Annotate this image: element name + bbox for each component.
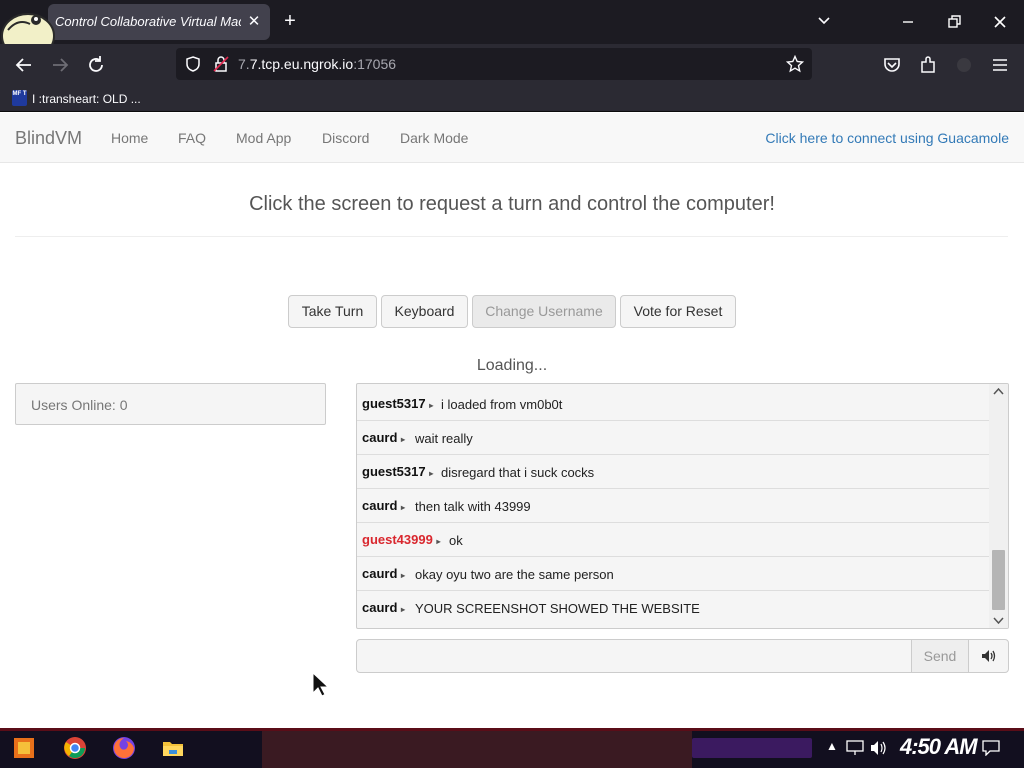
chat-username: caurd ▸ [362,430,406,445]
taskbar-wallpaper [262,731,692,768]
shield-icon[interactable] [184,55,202,73]
keyboard-button[interactable]: Keyboard [381,295,468,328]
nav-discord[interactable]: Discord [322,130,369,146]
vote-reset-button[interactable]: Vote for Reset [620,295,736,328]
site-brand[interactable]: BlindVM [15,128,82,149]
scroll-down-icon[interactable] [993,616,1004,625]
nav-dark-mode[interactable]: Dark Mode [400,130,468,146]
chat-text: i loaded from vm0b0t [441,397,563,412]
send-button[interactable]: Send [911,639,969,673]
sound-toggle-button[interactable] [968,639,1009,673]
chat-text: then talk with 43999 [415,499,531,514]
chat-log[interactable]: guest5317 ▸ i loaded from vm0b0t caurd ▸… [356,383,1009,629]
pocket-icon[interactable] [881,54,903,76]
chat-text: wait really [415,431,473,446]
divider [15,236,1008,237]
scroll-up-icon[interactable] [993,387,1004,396]
volume-icon[interactable] [870,740,888,756]
start-menu-icon[interactable] [12,736,36,760]
chat-text: okay oyu two are the same person [415,567,614,582]
bookmark-star-icon[interactable] [786,55,804,73]
restore-icon[interactable] [944,12,964,32]
bookmarks-bar: MF T I :transheart: OLD ... [0,86,1024,112]
guacamole-link[interactable]: Click here to connect using Guacamole [765,130,1009,146]
minimize-icon[interactable] [898,12,918,32]
chat-message: caurd ▸ okay oyu two are the same person [357,557,989,591]
insecure-lock-icon[interactable] [212,55,230,73]
forward-icon[interactable] [49,54,71,76]
browser-tab[interactable]: Control Collaborative Virtual Machines ✕ [48,4,270,40]
close-window-icon[interactable] [990,12,1010,32]
site-navbar: BlindVM Home FAQ Mod App Discord Dark Mo… [0,113,1024,163]
file-explorer-icon[interactable] [161,736,185,760]
url-bar[interactable]: 7.7.tcp.eu.ngrok.io:17056 [176,48,812,80]
nav-mod-app[interactable]: Mod App [236,130,291,146]
extensions-icon[interactable] [917,54,939,76]
tray-chevron-icon[interactable]: ▲ [826,739,838,753]
users-online-panel: Users Online: 0 [15,383,326,425]
back-icon[interactable] [13,54,35,76]
menu-hamburger-icon[interactable] [989,54,1011,76]
tab-title: Control Collaborative Virtual Machines [55,14,241,29]
tab-close-icon[interactable]: ✕ [245,12,263,30]
chat-username: guest5317 ▸ [362,464,434,479]
bookmark-item[interactable]: I :transheart: OLD ... [32,92,141,106]
chat-username: caurd ▸ [362,566,406,581]
mouse-cursor-icon [312,672,330,697]
chat-text: YOUR SCREENSHOT SHOWED THE WEBSITE [415,601,700,616]
web-page: BlindVM Home FAQ Mod App Discord Dark Mo… [0,113,1024,728]
chat-message: guest5317 ▸ i loaded from vm0b0t [357,387,989,421]
nav-faq[interactable]: FAQ [178,130,206,146]
account-icon[interactable] [953,54,975,76]
chat-text: ok [449,533,463,548]
taskbar-wallpaper-accent [692,738,812,758]
url-host: 7.tcp.eu.ngrok.io [249,56,354,72]
new-tab-icon[interactable]: + [280,10,300,32]
chat-message: caurd ▸ then talk with 43999 [357,489,989,523]
taskbar-clock[interactable]: 4:50 AM [900,734,978,760]
reload-icon[interactable] [85,54,107,76]
chat-username: caurd ▸ [362,600,406,615]
url-text[interactable]: 7.7.tcp.eu.ngrok.io:17056 [238,56,396,72]
chat-text: disregard that i suck cocks [441,465,595,480]
chat-input[interactable] [356,639,912,673]
chat-scrollbar[interactable] [989,384,1008,628]
chat-message: caurd ▸ wait really [357,421,989,455]
tab-list-chevron-icon[interactable] [816,12,832,28]
chrome-icon[interactable] [63,736,87,760]
url-port: :17056 [353,56,397,72]
firefox-icon[interactable] [112,736,136,760]
chat-message: guest5317 ▸ disregard that i suck cocks [357,455,989,489]
browser-tab-strip: Control Collaborative Virtual Machines ✕… [0,0,1024,59]
scroll-thumb[interactable] [992,550,1005,610]
page-headline[interactable]: Click the screen to request a turn and c… [0,193,1024,216]
take-turn-button[interactable]: Take Turn [288,295,377,328]
chat-username: caurd ▸ [362,498,406,513]
loading-status: Loading... [476,357,548,374]
users-online-count: Users Online: 0 [31,397,128,413]
browser-navbar: 7.7.tcp.eu.ngrok.io:17056 [0,44,1024,86]
chat-message: caurd ▸ YOUR SCREENSHOT SHOWED THE WEBSI… [357,591,989,625]
notifications-icon[interactable] [982,740,1000,756]
nav-home[interactable]: Home [111,130,148,146]
speaker-icon [982,650,996,662]
network-icon[interactable] [846,740,864,756]
chat-username: guest43999 ▸ [362,532,441,547]
bookmark-favicon-icon: MF T [12,90,27,106]
chat-message: guest43999 ▸ ok [357,523,989,557]
taskbar: ▲ 4:50 AM [0,728,1024,768]
change-username-button[interactable]: Change Username [472,295,616,328]
chat-username: guest5317 ▸ [362,396,434,411]
